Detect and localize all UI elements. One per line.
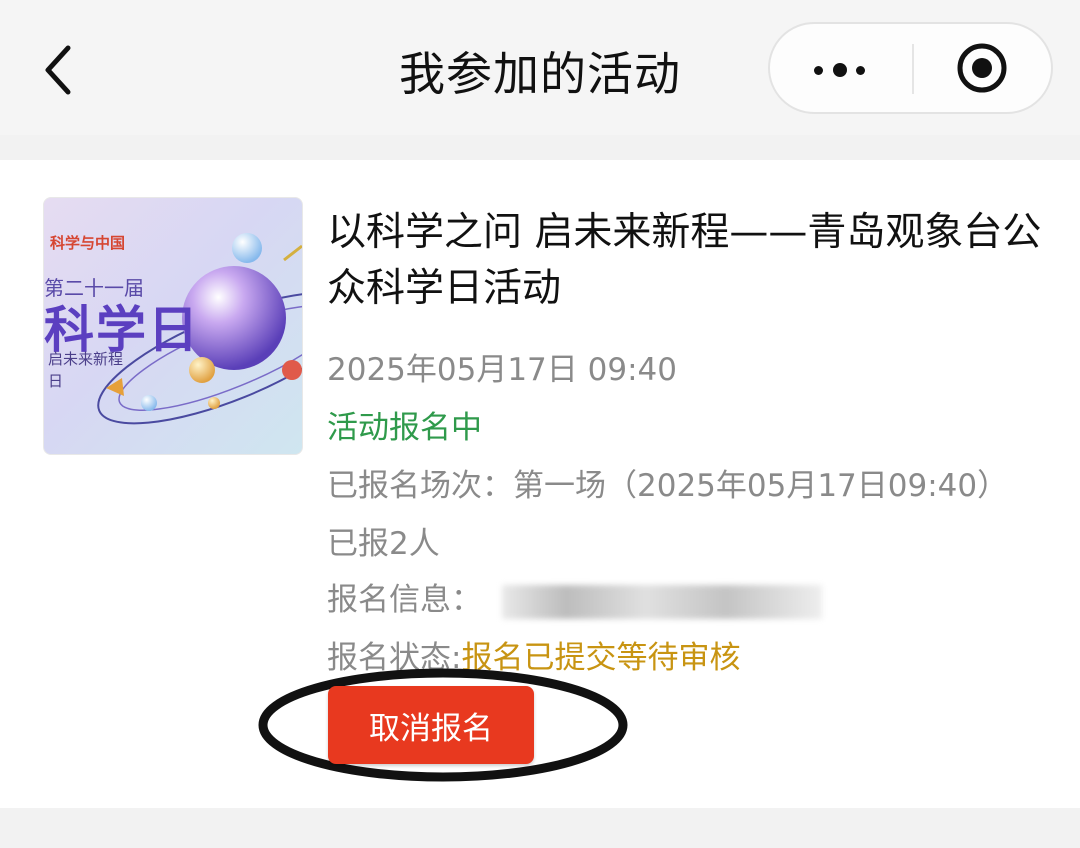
cover-footer-text: 日 (48, 372, 64, 390)
registration-info: 报名信息： (327, 574, 822, 619)
activity-datetime: 2025年05月17日 09:40 (327, 352, 677, 388)
registered-count: 已报2人 (327, 526, 440, 562)
mini-program-capsule (768, 22, 1053, 114)
activity-status: 活动报名中 (327, 410, 482, 446)
cover-logo: 科学与中国 (50, 234, 126, 252)
session-label: 已报名场次： (327, 468, 513, 504)
cover-subtitle: 启未来新程 (48, 350, 124, 368)
info-label: 报名信息： (327, 582, 482, 618)
activity-title[interactable]: 以科学之问 启未来新程——青岛观象台公众科学日活动 (327, 205, 1047, 317)
target-circle-icon[interactable] (956, 42, 1008, 94)
navigation-bar: 我参加的活动 (0, 0, 1080, 135)
session-value: 第一场（2025年05月17日09:40） (513, 468, 1009, 504)
capsule-divider (912, 44, 914, 94)
more-dots-icon[interactable] (770, 24, 912, 112)
activity-cover-image: 科学与中国 第二十一届 科学日 启未来新程 日 (43, 197, 303, 455)
blurred-personal-info (502, 584, 822, 619)
session-info: 已报名场次：第一场（2025年05月17日09:40） (327, 460, 1008, 505)
cancel-registration-button[interactable]: 取消报名 (328, 686, 534, 764)
